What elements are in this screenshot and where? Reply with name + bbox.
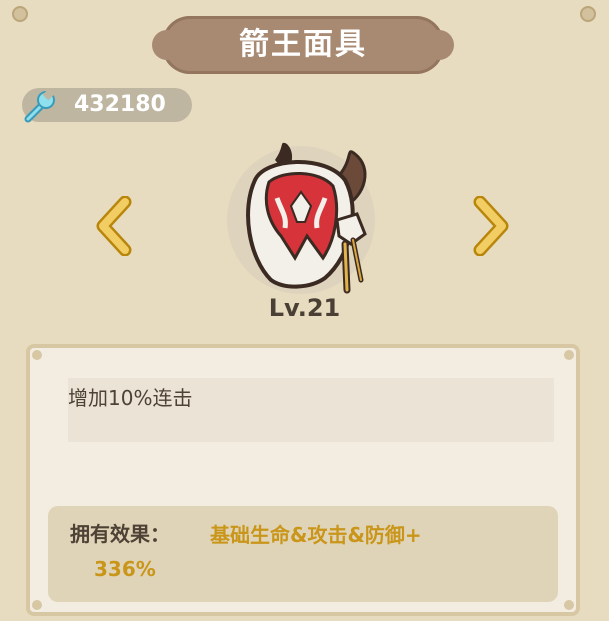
item-detail-screen: 箭王面具 432180 Lv.21 增加10%连击 拥有效果： 基础生命&攻击&…: [0, 0, 609, 621]
wrench-icon: [24, 88, 55, 123]
description-text: 增加10%连击: [68, 386, 193, 410]
currency-counter: 432180: [22, 88, 192, 123]
ownership-effect-box: 拥有效果： 基础生命&攻击&防御+ 336%: [48, 506, 558, 602]
currency-value: 432180: [74, 92, 166, 117]
effect-label: 拥有效果：: [70, 522, 170, 546]
panel-rivet-tr: [564, 350, 574, 360]
panel-rivet-bl: [32, 600, 42, 610]
chevron-left-icon[interactable]: [95, 196, 135, 256]
corner-rivet-left: [12, 6, 28, 22]
demon-mask-icon: [227, 142, 375, 294]
panel-rivet-br: [564, 600, 574, 610]
effect-value: 基础生命&攻击&防御+ 336%: [94, 518, 550, 586]
panel-rivet-tl: [32, 350, 42, 360]
description-panel: 增加10%连击 拥有效果： 基础生命&攻击&防御+ 336%: [26, 344, 580, 616]
chevron-right-icon[interactable]: [470, 196, 510, 256]
effect-value-line1: 基础生命&攻击&防御+: [210, 523, 422, 547]
effect-value-line2: 336%: [94, 557, 156, 581]
item-title: 箭王面具: [239, 27, 367, 62]
corner-rivet-right: [580, 6, 596, 22]
item-level: Lv.21: [268, 294, 341, 322]
title-plate: 箭王面具: [152, 16, 454, 74]
